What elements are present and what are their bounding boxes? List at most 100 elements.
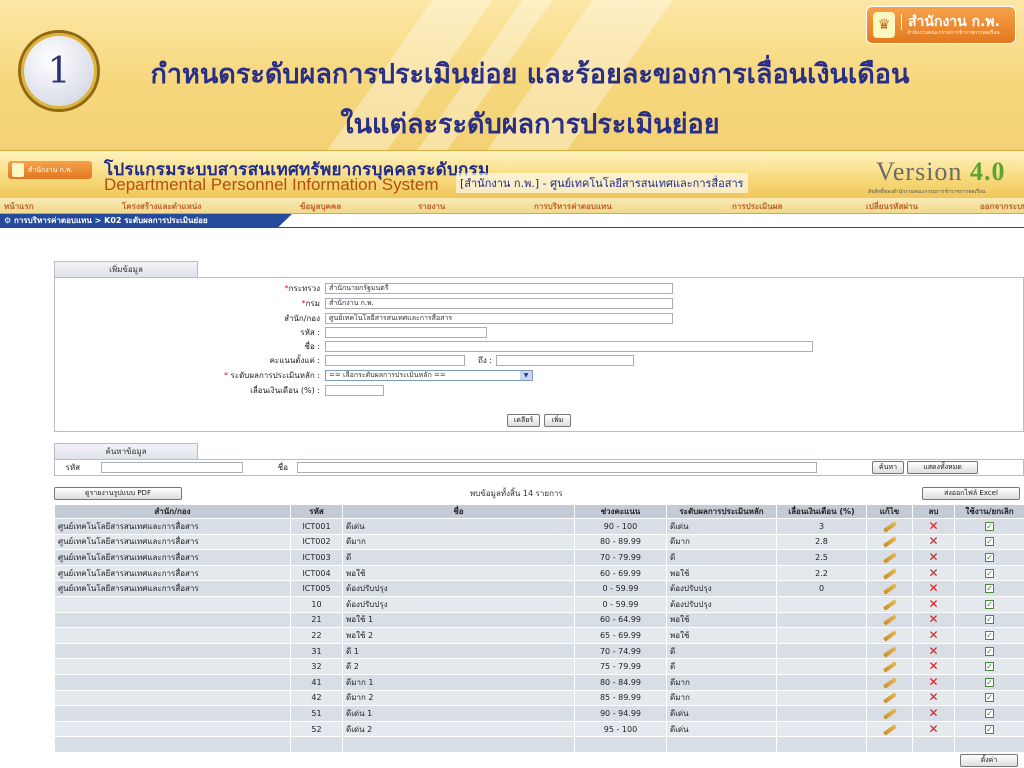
cell-active: ✓ — [954, 518, 1024, 535]
delete-x-icon[interactable]: ✕ — [928, 566, 938, 579]
delete-x-icon[interactable]: ✕ — [928, 660, 938, 673]
pencil-icon[interactable] — [882, 661, 897, 673]
pencil-icon[interactable] — [882, 645, 897, 658]
salary-raise-input[interactable] — [325, 385, 384, 396]
delete-x-icon[interactable]: ✕ — [928, 675, 938, 688]
slide-header: 1 กำหนดระดับผลการประเมินย่อย และร้อยละขอ… — [0, 0, 1024, 150]
delete-x-icon[interactable]: ✕ — [928, 644, 938, 657]
menu-compensation[interactable]: การบริหารค่าตอบแทน — [534, 200, 612, 213]
pencil-icon[interactable] — [882, 630, 897, 642]
menu-reports[interactable]: รายงาน — [418, 200, 445, 213]
breadcrumb: ⚙ การบริหารค่าตอบแทน > K02 ระดับผลการประ… — [0, 214, 292, 228]
cell-office — [54, 720, 291, 738]
menu-change-password[interactable]: เปลี่ยนรหัสผ่าน — [866, 200, 918, 213]
table-row: ศูนย์เทคโนโลยีสารสนเทศและการสื่อสาร ICT00… — [54, 533, 1024, 551]
cell-active: ✓ — [954, 689, 1024, 707]
pencil-icon[interactable] — [882, 567, 897, 580]
active-checkbox[interactable]: ✓ — [985, 708, 994, 718]
active-checkbox[interactable]: ✓ — [985, 630, 994, 640]
delete-x-icon[interactable]: ✕ — [928, 691, 938, 704]
delete-x-icon[interactable]: ✕ — [928, 629, 938, 642]
cell-office — [54, 673, 291, 691]
pencil-icon[interactable] — [882, 708, 897, 720]
export-excel-button[interactable]: ส่งออกไฟล์ Excel — [922, 487, 1020, 500]
cell-score-range: 70 - 79.99 — [574, 549, 667, 566]
cell-office: ศูนย์เทคโนโลยีสารสนเทศและการสื่อสาร — [54, 533, 291, 551]
pencil-icon[interactable] — [882, 614, 897, 627]
active-checkbox[interactable]: ✓ — [985, 615, 994, 625]
pencil-icon[interactable] — [882, 583, 897, 595]
delete-x-icon[interactable]: ✕ — [928, 707, 938, 720]
table-row: ศูนย์เทคโนโลยีสารสนเทศและการสื่อสาร ICT00… — [54, 549, 1024, 566]
cell-name: ดี 1 — [342, 642, 575, 660]
menu-personnel[interactable]: ข้อมูลบุคคล — [300, 200, 341, 213]
tab-add-data[interactable]: เพิ่มข้อมูล — [54, 261, 198, 277]
col-delete: ลบ — [912, 504, 955, 519]
emblem-icon — [12, 163, 24, 177]
score-to-input[interactable] — [496, 355, 634, 366]
delete-x-icon[interactable]: ✕ — [928, 613, 938, 626]
cell-active: ✓ — [954, 658, 1024, 675]
add-button[interactable]: เพิ่ม — [544, 414, 571, 427]
cell-code: 31 — [290, 642, 343, 660]
menu-logout[interactable]: ออกจากระบบ — [980, 200, 1024, 213]
delete-x-icon[interactable]: ✕ — [928, 722, 938, 735]
menu-home[interactable]: หน้าแรก — [4, 200, 34, 213]
search-name-label: ชื่อ — [277, 463, 288, 472]
office-field[interactable]: ศูนย์เทคโนโลยีสารสนเทศและการสื่อสาร — [325, 313, 673, 324]
score-from-input[interactable] — [325, 355, 465, 366]
clear-button[interactable]: เคลียร์ — [507, 414, 540, 427]
active-checkbox[interactable]: ✓ — [985, 537, 994, 547]
department-field[interactable]: สำนักงาน ก.พ. — [325, 298, 673, 309]
table-row: ศูนย์เทคโนโลยีสารสนเทศและการสื่อสาร ICT00… — [54, 518, 1024, 535]
active-checkbox[interactable]: ✓ — [985, 568, 994, 578]
cell-active: ✓ — [954, 642, 1024, 660]
cell-code: 41 — [290, 673, 343, 691]
active-checkbox[interactable]: ✓ — [985, 677, 994, 687]
search-name-input[interactable] — [297, 462, 817, 473]
main-level-select[interactable]: == เลือกระดับผลการประเมินหลัก == ▼ — [325, 370, 533, 381]
active-checkbox[interactable]: ✓ — [985, 521, 994, 531]
delete-x-icon[interactable]: ✕ — [928, 551, 938, 564]
pencil-icon[interactable] — [882, 692, 897, 704]
cell-salary-raise — [776, 595, 867, 613]
system-name-en: Departmental Personnel Information Syste… — [104, 175, 439, 194]
active-checkbox[interactable]: ✓ — [985, 584, 994, 594]
delete-x-icon[interactable]: ✕ — [928, 597, 938, 610]
active-checkbox[interactable]: ✓ — [985, 599, 994, 609]
badge-sub: สำนักงานคณะกรรมการข้าราชการพลเรือน — [907, 29, 1000, 36]
search-code-input[interactable] — [101, 462, 243, 473]
save-settings-button[interactable]: ตั้งค่า — [960, 754, 1018, 767]
cell-office: ศูนย์เทคโนโลยีสารสนเทศและการสื่อสาร — [54, 549, 291, 566]
search-button[interactable]: ค้นหา — [872, 461, 904, 474]
delete-x-icon[interactable]: ✕ — [928, 582, 938, 595]
menu-evaluation[interactable]: การประเมินผล — [732, 200, 782, 213]
active-checkbox[interactable]: ✓ — [985, 662, 994, 672]
active-checkbox[interactable]: ✓ — [985, 693, 994, 703]
pencil-icon[interactable] — [882, 599, 897, 611]
table-row: ศูนย์เทคโนโลยีสารสนเทศและการสื่อสาร ICT00… — [54, 564, 1024, 582]
pencil-icon[interactable] — [882, 552, 897, 564]
ministry-field[interactable]: สำนักนายกรัฐมนตรี — [325, 283, 673, 294]
pdf-report-button[interactable]: ดูรายงานรูปแบบ PDF — [54, 487, 182, 500]
tab-search-data[interactable]: ค้นหาข้อมูล — [54, 443, 198, 459]
delete-x-icon[interactable]: ✕ — [928, 535, 938, 548]
active-checkbox[interactable]: ✓ — [985, 724, 994, 734]
cell-edit — [866, 673, 913, 691]
delete-x-icon[interactable]: ✕ — [928, 519, 938, 532]
pencil-icon[interactable] — [882, 536, 897, 549]
pencil-icon[interactable] — [882, 723, 897, 736]
cell-name: พอใช้ — [342, 564, 575, 582]
chevron-down-icon: ▼ — [520, 371, 532, 380]
active-checkbox[interactable]: ✓ — [985, 646, 994, 656]
code-input[interactable] — [325, 327, 487, 338]
active-checkbox[interactable]: ✓ — [985, 552, 994, 562]
cell-name: ดีเด่น 1 — [342, 705, 575, 722]
pencil-icon[interactable] — [882, 521, 897, 533]
name-input[interactable] — [325, 341, 813, 352]
cell-code: 22 — [290, 627, 343, 644]
show-all-button[interactable]: แสดงทั้งหมด — [907, 461, 978, 474]
pencil-icon[interactable] — [882, 677, 897, 689]
menu-structure[interactable]: โครงสร้างและตำแหน่ง — [122, 200, 201, 213]
main-menu: หน้าแรก โครงสร้างและตำแหน่ง ข้อมูลบุคคล … — [0, 198, 1024, 214]
